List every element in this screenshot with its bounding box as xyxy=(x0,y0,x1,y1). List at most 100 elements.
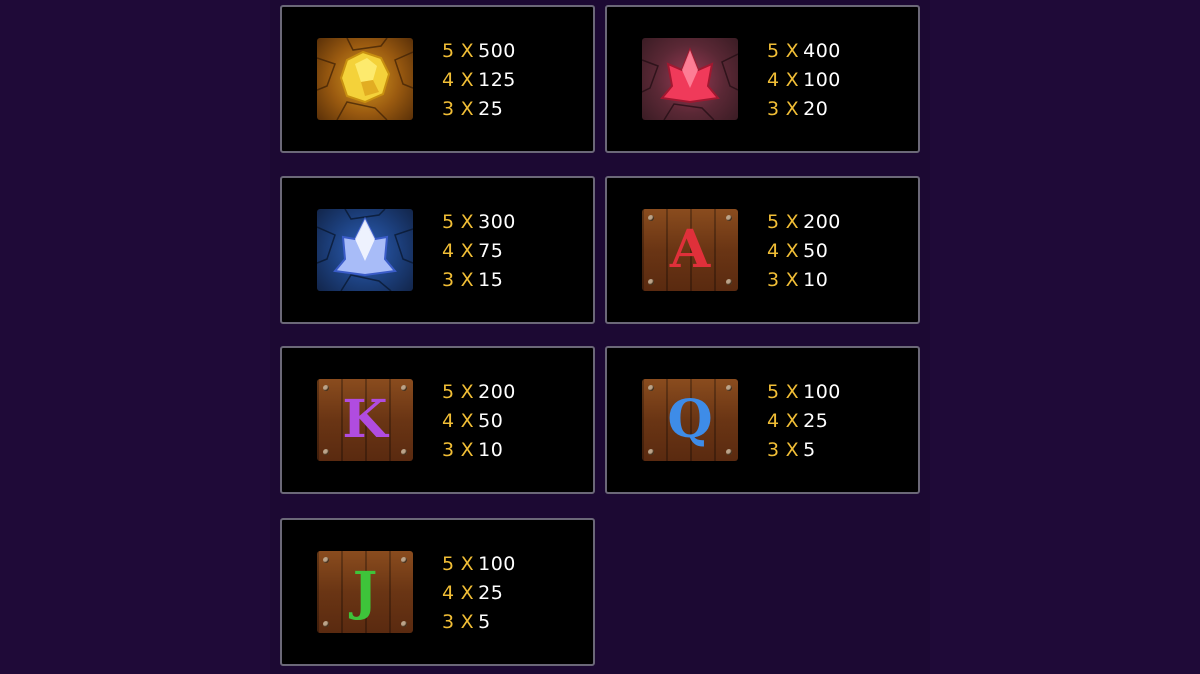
pay-count: 3 xyxy=(442,611,455,633)
pay-value: 200 xyxy=(478,381,516,403)
paytable-card-letter-a: A 5 X 200 4 X 50 3 X 10 xyxy=(605,176,920,324)
pay-row: 4 X 75 xyxy=(442,237,516,266)
paytable-card-letter-q: Q 5 X 100 4 X 25 3X5 xyxy=(605,346,920,494)
pay-list: 5 X 200 4 X 50 3 X 10 xyxy=(767,208,841,295)
paytable-card-letter-j: J 5 X 100 4 X 25 3X5 xyxy=(280,518,595,666)
pay-count: 5 xyxy=(767,40,780,62)
multiplier-sign: X xyxy=(785,269,800,291)
symbol-letter: Q xyxy=(667,389,713,450)
red-crystal-icon xyxy=(642,38,738,120)
pay-row: 5 X 100 xyxy=(442,550,516,579)
multiplier-sign: X xyxy=(785,410,800,432)
blue-crystal-icon xyxy=(317,209,413,291)
pay-list: 5 X 100 4 X 25 3X5 xyxy=(442,550,516,637)
multiplier-sign: X xyxy=(460,381,475,403)
pay-count: 4 xyxy=(442,69,455,91)
pay-count: 3 xyxy=(442,269,455,291)
pay-value: 400 xyxy=(803,40,841,62)
multiplier-sign: X xyxy=(460,40,475,62)
pay-count: 5 xyxy=(767,381,780,403)
multiplier-sign: X xyxy=(785,211,800,233)
multiplier-sign: X xyxy=(460,240,475,262)
pay-count: 4 xyxy=(767,240,780,262)
multiplier-sign: X xyxy=(460,582,475,604)
symbol-letter: K xyxy=(342,389,388,450)
pay-value: 5 xyxy=(478,611,491,633)
pay-count: 3 xyxy=(442,439,455,461)
pay-value: 20 xyxy=(803,98,829,120)
multiplier-sign: X xyxy=(785,98,800,120)
paytable-card-red-crystal: 5 X 400 4 X 100 3 X 20 xyxy=(605,5,920,153)
pay-value: 100 xyxy=(803,69,841,91)
pay-list: 5 X 500 4 X 125 3 X 25 xyxy=(442,37,516,124)
pay-row: 5 X 100 xyxy=(767,378,841,407)
multiplier-sign: X xyxy=(460,439,475,461)
letter-k-icon: K xyxy=(317,379,413,461)
pay-list: 5 X 400 4 X 100 3 X 20 xyxy=(767,37,841,124)
multiplier-sign: X xyxy=(785,381,800,403)
pay-row: 4 X 25 xyxy=(442,579,516,608)
multiplier-sign: X xyxy=(785,439,800,461)
pay-count: 3 xyxy=(767,98,780,120)
pay-value: 75 xyxy=(478,240,504,262)
pay-value: 300 xyxy=(478,211,516,233)
pay-count: 4 xyxy=(442,240,455,262)
pay-row: 5 X 200 xyxy=(442,378,516,407)
pay-row: 5 X 200 xyxy=(767,208,841,237)
pay-list: 5 X 100 4 X 25 3X5 xyxy=(767,378,841,465)
pay-row: 3X5 xyxy=(442,608,516,637)
pay-value: 10 xyxy=(478,439,504,461)
pay-value: 25 xyxy=(478,582,504,604)
letter-q-icon: Q xyxy=(642,379,738,461)
pay-row: 3X5 xyxy=(767,436,841,465)
letter-a-icon: A xyxy=(642,209,738,291)
pay-value: 5 xyxy=(803,439,816,461)
pay-row: 3 X 10 xyxy=(767,266,841,295)
multiplier-sign: X xyxy=(460,211,475,233)
multiplier-sign: X xyxy=(460,269,475,291)
pay-value: 100 xyxy=(803,381,841,403)
pay-count: 4 xyxy=(442,410,455,432)
pay-row: 5 X 500 xyxy=(442,37,516,66)
pay-row: 3 X 20 xyxy=(767,95,841,124)
multiplier-sign: X xyxy=(460,98,475,120)
symbol-letter: A xyxy=(669,219,711,280)
paytable-card-gold-crystal: 5 X 500 4 X 125 3 X 25 xyxy=(280,5,595,153)
paytable-card-blue-crystal: 5 X 300 4 X 75 3 X 15 xyxy=(280,176,595,324)
pay-value: 125 xyxy=(478,69,516,91)
multiplier-sign: X xyxy=(460,410,475,432)
gold-crystal-icon xyxy=(317,38,413,120)
pay-row: 3 X 10 xyxy=(442,436,516,465)
multiplier-sign: X xyxy=(785,40,800,62)
pay-count: 3 xyxy=(767,439,780,461)
pay-row: 5 X 400 xyxy=(767,37,841,66)
pay-value: 25 xyxy=(478,98,504,120)
multiplier-sign: X xyxy=(785,69,800,91)
pay-row: 4 X 50 xyxy=(767,237,841,266)
pay-count: 5 xyxy=(442,381,455,403)
pay-count: 4 xyxy=(767,410,780,432)
pay-row: 4 X 25 xyxy=(767,407,841,436)
pay-count: 5 xyxy=(442,40,455,62)
pay-count: 3 xyxy=(767,269,780,291)
paytable-card-letter-k: K 5 X 200 4 X 50 3 X 10 xyxy=(280,346,595,494)
letter-j-icon: J xyxy=(317,551,413,633)
pay-value: 500 xyxy=(478,40,516,62)
multiplier-sign: X xyxy=(460,553,475,575)
multiplier-sign: X xyxy=(460,611,475,633)
pay-value: 15 xyxy=(478,269,504,291)
pay-count: 5 xyxy=(442,211,455,233)
pay-count: 5 xyxy=(442,553,455,575)
pay-value: 10 xyxy=(803,269,829,291)
multiplier-sign: X xyxy=(785,240,800,262)
pay-count: 5 xyxy=(767,211,780,233)
pay-row: 3 X 15 xyxy=(442,266,516,295)
pay-row: 5 X 300 xyxy=(442,208,516,237)
pay-row: 4 X 100 xyxy=(767,66,841,95)
pay-row: 4 X 50 xyxy=(442,407,516,436)
multiplier-sign: X xyxy=(460,69,475,91)
pay-value: 50 xyxy=(803,240,829,262)
pay-count: 4 xyxy=(442,582,455,604)
pay-value: 200 xyxy=(803,211,841,233)
pay-list: 5 X 200 4 X 50 3 X 10 xyxy=(442,378,516,465)
